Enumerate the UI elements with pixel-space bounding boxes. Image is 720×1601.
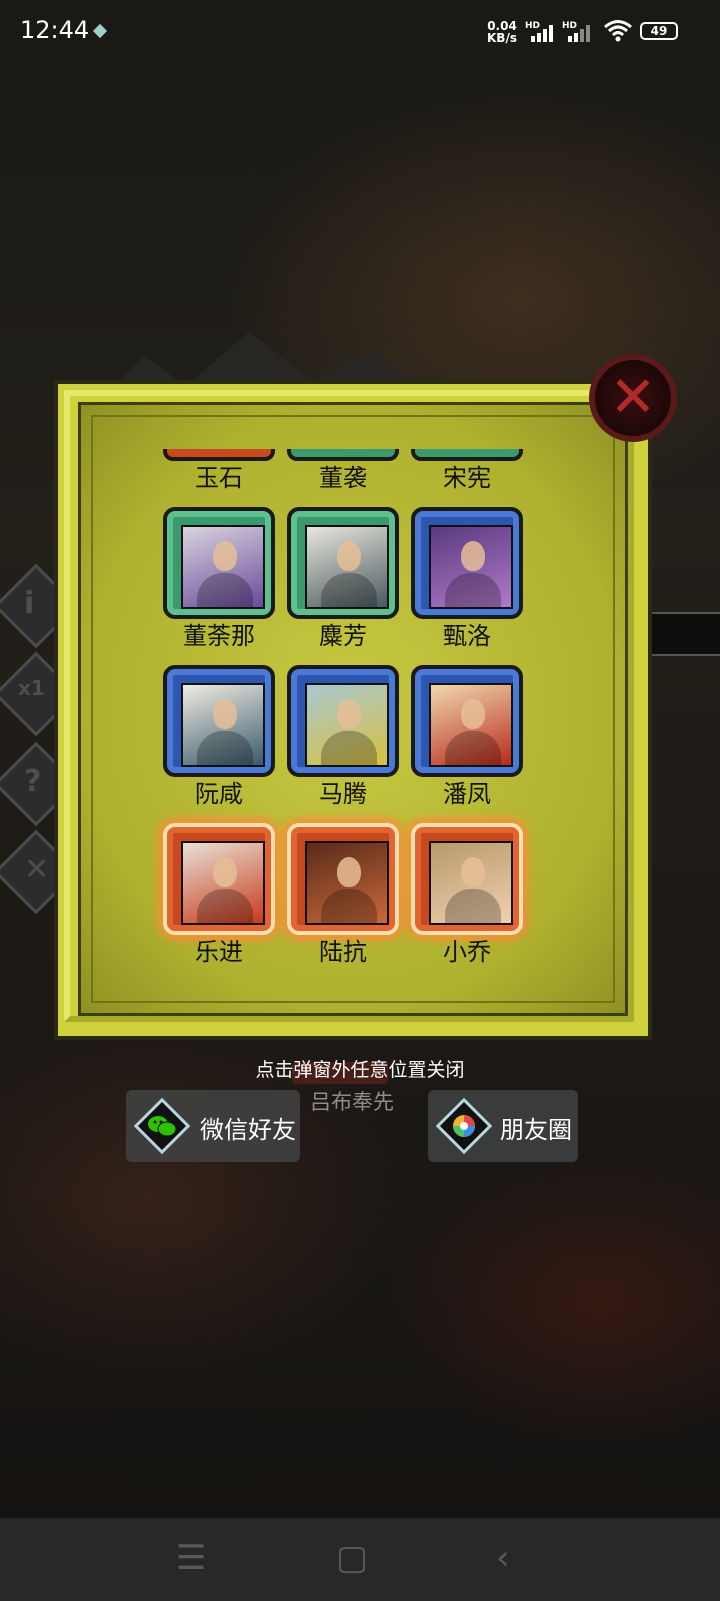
share-wechat-button[interactable]: 微信好友 (126, 1090, 300, 1162)
hero-tile-frame (163, 665, 275, 777)
hero-name: 马腾 (319, 780, 367, 808)
wechat-icon (133, 1097, 191, 1155)
hero-grid: 玉石 董袭 宋宪 董荼那 麋芳 甄洛 阮咸 马腾 潘凤 乐进 陆抗 小乔 (81, 405, 625, 1013)
hero-tile-frame (163, 507, 275, 619)
hero-name: 董荼那 (183, 622, 255, 650)
multiplier-icon: x1 (18, 676, 45, 700)
hero-tile-partial-1[interactable] (163, 449, 275, 461)
hero-collection-modal: 玉石 董袭 宋宪 董荼那 麋芳 甄洛 阮咸 马腾 潘凤 乐进 陆抗 小乔 (54, 380, 652, 1040)
hero-tile-partial-3[interactable] (411, 449, 523, 461)
x-icon: ✕ (24, 852, 50, 887)
hero-tile-frame (287, 665, 399, 777)
network-speed: 0.04 KB/s (487, 20, 517, 44)
hero-tile-partial-2[interactable] (287, 449, 399, 461)
share-wechat-label: 微信好友 (200, 1116, 296, 1144)
hero-portrait (429, 683, 513, 767)
hero-name-partial-3: 宋宪 (443, 464, 491, 492)
hero-name-partial-1: 玉石 (195, 464, 243, 492)
wifi-icon (604, 20, 632, 42)
info-icon: i (24, 586, 35, 621)
close-icon: ✕ (609, 365, 657, 430)
hero-name: 阮咸 (195, 780, 243, 808)
help-icon: ? (24, 764, 42, 799)
hero-tile-frame (411, 507, 523, 619)
share-moments-label: 朋友圈 (500, 1116, 572, 1144)
home-icon[interactable]: ▢ (336, 1538, 368, 1578)
clock: 12:44 (20, 16, 90, 44)
back-icon[interactable]: ‹ (496, 1538, 510, 1578)
hero-name: 乐进 (195, 938, 243, 966)
menu-icon[interactable]: ☰ (176, 1538, 206, 1578)
share-moments-button[interactable]: 朋友圈 (428, 1090, 578, 1162)
hero-portrait (305, 683, 389, 767)
hero-name: 潘凤 (443, 780, 491, 808)
moments-icon (435, 1097, 493, 1155)
hero-tile-frame (411, 823, 523, 935)
background-hero-name: 吕布奉先 (310, 1090, 394, 1114)
hero-tile-frame (287, 823, 399, 935)
hero-tile-frame (411, 665, 523, 777)
network-speed-unit: KB/s (487, 31, 517, 45)
hero-tile-frame (287, 507, 399, 619)
close-hint-text: 点击弹窗外任意位置关闭 (255, 1059, 465, 1081)
hero-portrait (305, 525, 389, 609)
hero-portrait (305, 841, 389, 925)
hero-list-panel[interactable]: 玉石 董袭 宋宪 董荼那 麋芳 甄洛 阮咸 马腾 潘凤 乐进 陆抗 小乔 (78, 402, 628, 1016)
signal-hd-label: HD (525, 21, 540, 31)
signal-icon-2: HD (562, 21, 590, 42)
hero-portrait (429, 525, 513, 609)
battery-icon: 49 (640, 22, 678, 40)
system-navigation-bar: ☰ ▢ ‹ (0, 1518, 720, 1601)
hero-name-partial-2: 董袭 (319, 464, 367, 492)
status-bar: 12:44 0.04 KB/s HD HD 49 (0, 0, 720, 64)
hero-name: 小乔 (443, 938, 491, 966)
signal-2-hd-label: HD (562, 21, 577, 31)
modal-close-button[interactable]: ✕ (589, 354, 677, 442)
hero-portrait (181, 841, 265, 925)
notification-icon (92, 23, 108, 39)
hero-portrait (181, 683, 265, 767)
hero-name: 陆抗 (319, 938, 367, 966)
hero-tile-frame (163, 823, 275, 935)
signal-icon: HD (525, 21, 553, 42)
hero-name: 甄洛 (443, 622, 491, 650)
hero-portrait (181, 525, 265, 609)
hero-name: 麋芳 (319, 622, 367, 650)
hero-portrait (429, 841, 513, 925)
